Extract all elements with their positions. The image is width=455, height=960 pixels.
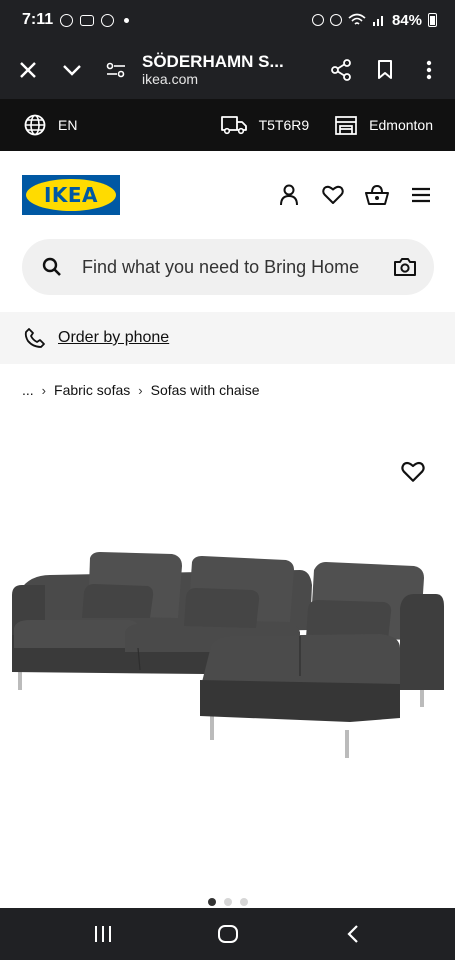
language-label: EN (58, 117, 78, 133)
share-icon (331, 58, 351, 81)
product-image-carousel[interactable] (0, 430, 455, 905)
talk-icon (60, 13, 74, 27)
status-bar: 7:11 84% (0, 0, 455, 40)
globe-icon (24, 114, 46, 136)
user-icon (280, 184, 298, 206)
logo-oval: IKEA (26, 179, 116, 211)
status-time: 7:11 (22, 11, 54, 28)
signal-icon (372, 16, 383, 26)
lock-icon (311, 14, 324, 26)
carousel-dot-3[interactable] (239, 898, 248, 906)
logo-text: IKEA (43, 183, 99, 207)
basket-icon (365, 184, 389, 205)
chevron-down-icon (63, 64, 81, 76)
delivery-postal-code[interactable]: T5T6R9 (220, 115, 310, 135)
heart-icon (322, 185, 344, 204)
minimize-button[interactable] (50, 48, 94, 92)
sofa-image (12, 552, 444, 758)
store-icon (335, 116, 358, 135)
breadcrumb-fabric-sofas[interactable]: Fabric sofas (54, 382, 130, 398)
search-input[interactable]: Find what you need to Bring Home (62, 257, 394, 278)
close-tab-button[interactable] (6, 48, 50, 92)
menu-icon (412, 187, 430, 203)
carousel-indicators[interactable] (0, 898, 455, 906)
browser-toolbar: SÖDERHAMN S... ikea.com (0, 40, 455, 99)
chevron-right-icon: › (41, 382, 47, 398)
carousel-dot-2[interactable] (223, 898, 232, 906)
podcast-icon (101, 13, 115, 27)
recent-apps-button[interactable] (83, 914, 123, 954)
home-button[interactable] (208, 914, 248, 954)
site-settings-button[interactable] (94, 48, 138, 92)
breadcrumb-sofas-with-chaise[interactable]: Sofas with chaise (151, 382, 260, 398)
search-icon (42, 257, 61, 276)
store-label: Edmonton (369, 117, 433, 133)
cast-icon (80, 14, 95, 26)
bookmark-icon (378, 59, 392, 79)
breadcrumb-ellipsis[interactable]: ... (22, 382, 34, 398)
browser-page-title: SÖDERHAMN S... (142, 51, 284, 71)
breadcrumb: ... › Fabric sofas › Sofas with chaise (22, 382, 260, 398)
order-by-phone-link[interactable]: Order by phone (58, 329, 169, 347)
camera-search-icon[interactable] (394, 257, 416, 277)
back-icon (346, 925, 358, 943)
cart-button[interactable] (365, 183, 389, 207)
bookmark-button[interactable] (363, 48, 407, 92)
postal-code-label: T5T6R9 (258, 117, 310, 133)
recent-apps-icon (94, 926, 111, 942)
browser-url: ikea.com (142, 71, 199, 88)
system-navigation-bar (0, 908, 455, 960)
notification-dot-icon (124, 17, 130, 23)
alarm-icon (329, 14, 342, 26)
truck-icon (220, 116, 247, 135)
carousel-dot-1[interactable] (207, 898, 216, 906)
share-button[interactable] (319, 48, 363, 92)
language-selector[interactable]: EN (24, 114, 77, 136)
home-icon (217, 925, 238, 943)
phone-icon (24, 328, 45, 348)
menu-button[interactable] (409, 183, 433, 207)
order-by-phone-bar[interactable]: Order by phone (0, 312, 455, 364)
save-to-favourites-icon[interactable] (401, 460, 425, 484)
ikea-logo[interactable]: IKEA (22, 175, 120, 215)
wifi-icon (348, 13, 366, 25)
back-button[interactable] (333, 914, 373, 954)
close-icon (20, 61, 36, 78)
page-title-area[interactable]: SÖDERHAMN S... ikea.com (138, 52, 319, 88)
more-options-button[interactable] (407, 48, 451, 92)
site-header: IKEA (0, 151, 455, 239)
battery-icon (428, 13, 437, 27)
chevron-right-icon: › (138, 382, 143, 398)
more-vert-icon (426, 60, 432, 79)
search-bar[interactable]: Find what you need to Bring Home (22, 239, 434, 295)
store-selector[interactable]: Edmonton (335, 115, 433, 135)
tune-icon (106, 62, 125, 77)
utility-bar: EN T5T6R9 Edmonton (0, 99, 455, 151)
account-button[interactable] (277, 183, 301, 207)
battery-percent: 84% (391, 11, 422, 29)
favourites-button[interactable] (321, 183, 345, 207)
